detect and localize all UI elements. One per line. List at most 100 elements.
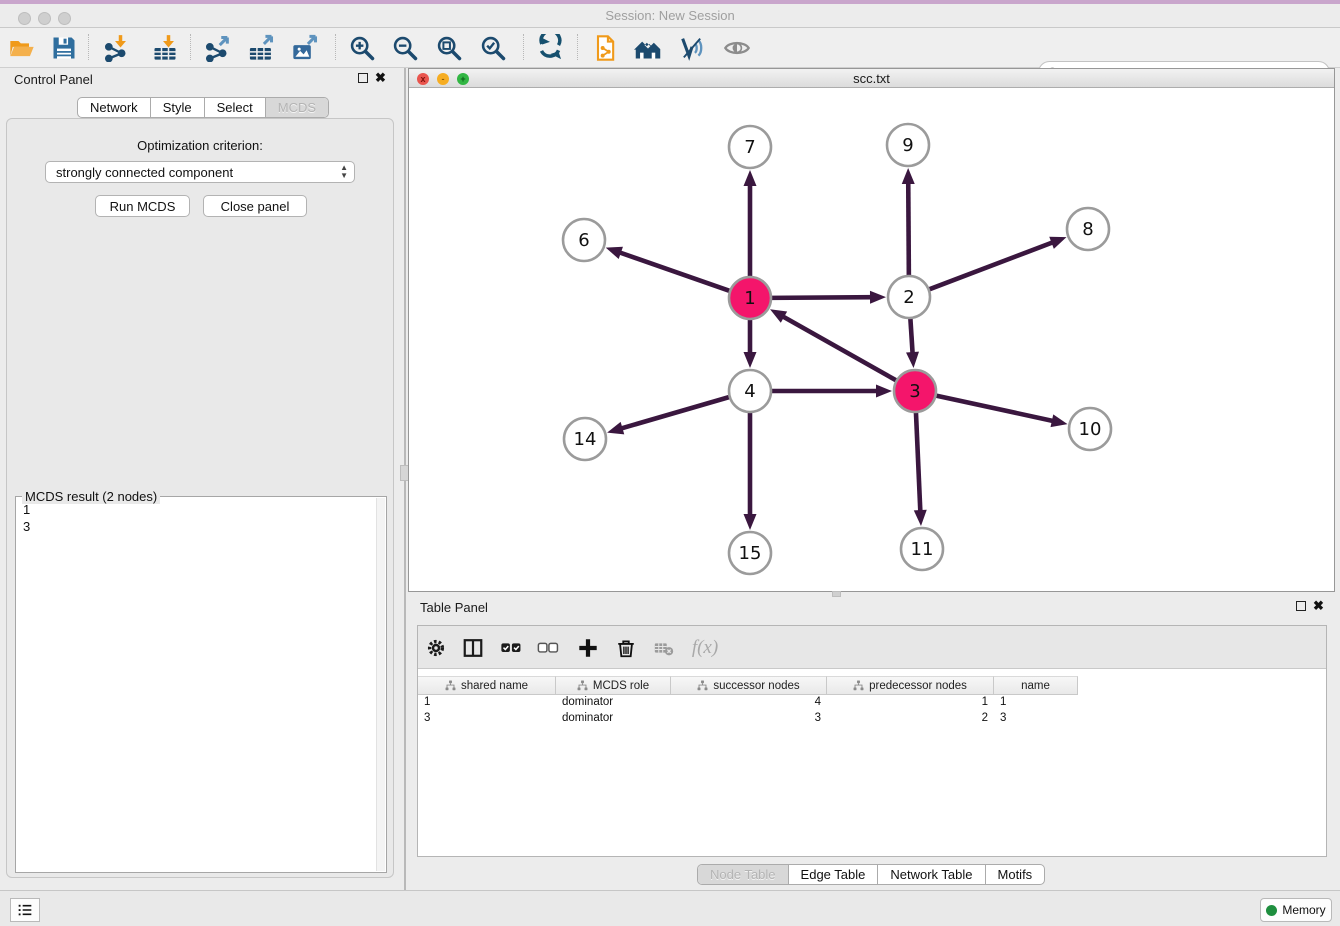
zoom-selected-button[interactable]: [475, 30, 511, 66]
graphics-details-button[interactable]: [674, 30, 710, 66]
table-row[interactable]: 3dominator323: [418, 711, 1326, 727]
edge-1-2[interactable]: [771, 297, 873, 298]
export-image-button[interactable]: [287, 30, 323, 66]
save-session-icon: [50, 34, 78, 62]
edge-3-10[interactable]: [936, 395, 1055, 421]
tab-network[interactable]: Network: [78, 98, 150, 117]
float-panel-icon[interactable]: [358, 73, 368, 83]
show-hide-button[interactable]: [719, 30, 755, 66]
zoom-in-button[interactable]: [344, 30, 380, 66]
table-cell[interactable]: 2: [827, 711, 994, 727]
import-network-button[interactable]: [99, 30, 135, 66]
horizontal-splitter-grip[interactable]: [832, 591, 841, 597]
float-table-panel-icon[interactable]: [1296, 601, 1306, 611]
deselect-all-button[interactable]: [533, 634, 563, 662]
column-header-shared-name[interactable]: shared name: [418, 676, 556, 695]
table-cell[interactable]: 1: [418, 695, 556, 711]
table-cell[interactable]: 1: [994, 695, 1078, 711]
table-cell[interactable]: dominator: [556, 711, 671, 727]
edge-2-3[interactable]: [910, 318, 912, 355]
optimization-criterion-label: Optimization criterion:: [7, 138, 393, 153]
dropdown-stepper-icon: ▲▼: [340, 164, 348, 180]
node-label-11: 11: [911, 539, 934, 560]
edge-3-11[interactable]: [916, 412, 920, 513]
tab-network-table[interactable]: Network Table: [877, 865, 984, 884]
select-all-icon: [500, 637, 522, 659]
save-session-button[interactable]: [46, 30, 82, 66]
close-table-panel-icon[interactable]: ✖: [1313, 601, 1324, 611]
zoom-fit-button[interactable]: [431, 30, 467, 66]
show-hide-icon: [723, 34, 751, 62]
toolbar-separator: [577, 34, 578, 60]
add-row-button[interactable]: [573, 634, 603, 662]
table-cell[interactable]: 3: [671, 711, 827, 727]
arrowhead-icon: [1051, 414, 1068, 427]
table-cell[interactable]: 3: [994, 711, 1078, 727]
tab-select[interactable]: Select: [204, 98, 265, 117]
column-header-MCDS-role[interactable]: MCDS role: [556, 676, 671, 695]
tab-node-table[interactable]: Node Table: [698, 865, 788, 884]
table-cell[interactable]: 3: [418, 711, 556, 727]
criterion-dropdown[interactable]: strongly connected component ▲▼: [45, 161, 355, 183]
network-view-window: x - + scc.txt 7968124314101511: [408, 68, 1335, 592]
export-table-button[interactable]: [243, 30, 279, 66]
open-session-button[interactable]: [4, 30, 40, 66]
import-table-button[interactable]: [147, 30, 183, 66]
close-panel-button[interactable]: Close panel: [203, 195, 307, 217]
table-cell[interactable]: 4: [671, 695, 827, 711]
export-image-icon: [291, 34, 319, 62]
edge-3-1[interactable]: [781, 316, 896, 381]
tab-style[interactable]: Style: [150, 98, 204, 117]
export-network-button[interactable]: [200, 30, 236, 66]
window-title: Session: New Session: [0, 8, 1340, 23]
arrowhead-icon: [744, 514, 757, 530]
arrowhead-icon: [906, 352, 919, 368]
criterion-value: strongly connected component: [56, 165, 233, 180]
settings-gear-icon: [425, 637, 447, 659]
task-history-button[interactable]: [10, 898, 40, 922]
network-window-titlebar[interactable]: x - + scc.txt: [409, 69, 1334, 88]
column-label: MCDS role: [593, 680, 649, 692]
delete-row-button[interactable]: [611, 634, 641, 662]
result-scrollbar[interactable]: [376, 498, 385, 871]
mcds-result-text[interactable]: 1 3: [18, 501, 374, 870]
tab-mcds[interactable]: MCDS: [265, 98, 328, 117]
attribute-tree-icon: [697, 680, 708, 691]
table-panel-title: Table Panel: [420, 600, 488, 615]
column-header-successor-nodes[interactable]: successor nodes: [671, 676, 827, 695]
column-header-predecessor-nodes[interactable]: predecessor nodes: [827, 676, 994, 695]
zoom-out-button[interactable]: [387, 30, 423, 66]
zoom-in-icon: [348, 34, 376, 62]
edge-1-6[interactable]: [618, 252, 730, 291]
apply-layout-button[interactable]: [532, 30, 568, 66]
network-graph-canvas[interactable]: 7968124314101511: [409, 88, 1334, 591]
control-panel-tabs: NetworkStyleSelectMCDS: [77, 97, 329, 118]
tab-motifs[interactable]: Motifs: [985, 865, 1045, 884]
function-builder-button[interactable]: f(x): [690, 634, 720, 662]
memory-button[interactable]: Memory: [1260, 898, 1332, 922]
table-row[interactable]: 1dominator411: [418, 695, 1326, 711]
tab-edge-table[interactable]: Edge Table: [788, 865, 878, 884]
table-cell[interactable]: 1: [827, 695, 994, 711]
node-label-9: 9: [902, 135, 913, 156]
settings-gear-button[interactable]: [421, 634, 451, 662]
toolbar-separator: [190, 34, 191, 60]
table-cell[interactable]: dominator: [556, 695, 671, 711]
edge-4-14[interactable]: [620, 397, 730, 429]
edge-2-9[interactable]: [908, 181, 909, 276]
home-neighbors-button[interactable]: [630, 30, 666, 66]
arrowhead-icon: [606, 247, 623, 259]
column-header-name[interactable]: name: [994, 676, 1078, 695]
split-view-button[interactable]: [458, 634, 488, 662]
edge-2-8[interactable]: [929, 242, 1055, 290]
delete-table-button[interactable]: [649, 634, 679, 662]
control-panel-buttons: ✖: [358, 73, 386, 83]
open-network-file-button[interactable]: [587, 30, 623, 66]
node-label-14: 14: [574, 429, 597, 450]
status-bar: Memory: [0, 890, 1340, 926]
close-panel-icon[interactable]: ✖: [375, 73, 386, 83]
run-mcds-button[interactable]: Run MCDS: [95, 195, 190, 217]
select-all-button[interactable]: [496, 634, 526, 662]
export-network-icon: [204, 34, 232, 62]
zoom-fit-icon: [435, 34, 463, 62]
